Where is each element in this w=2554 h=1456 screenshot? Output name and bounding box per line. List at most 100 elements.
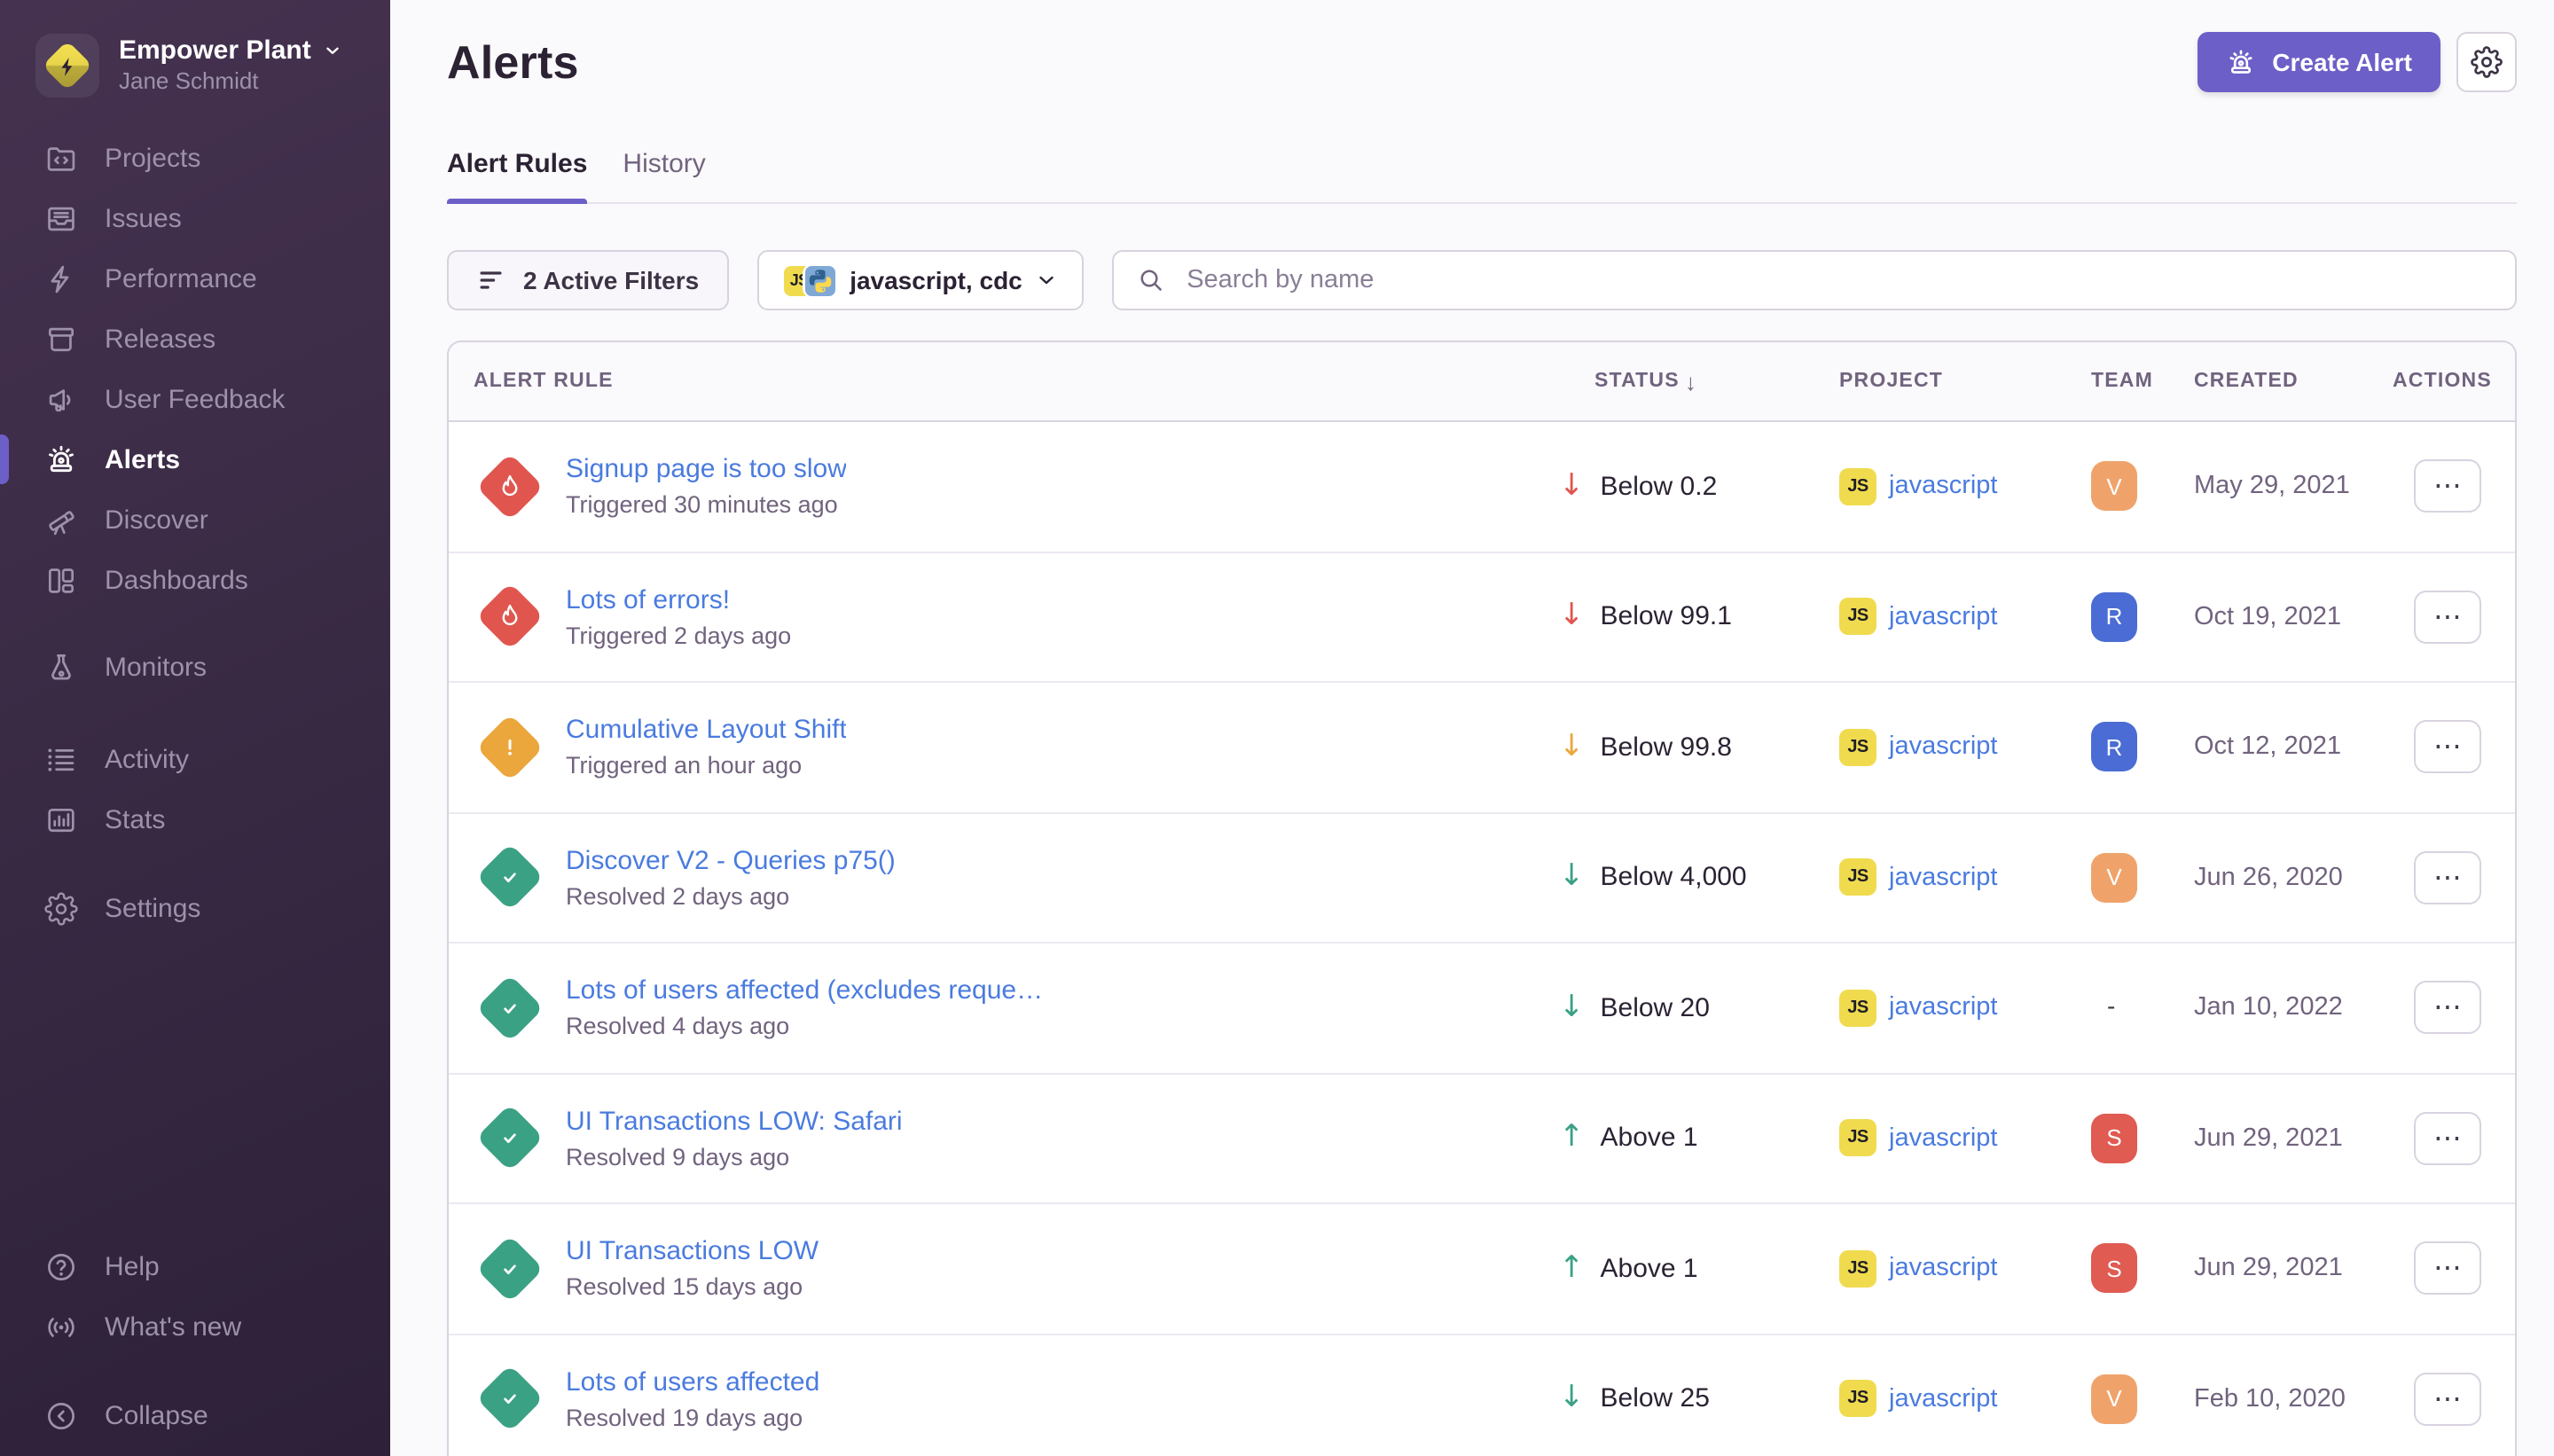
tab-bar: Alert Rules History <box>447 149 2517 204</box>
alert-rules-table-body: Signup page is too slow Triggered 30 min… <box>449 422 2515 1456</box>
search-input[interactable] <box>1183 264 2492 296</box>
sidebar-item-activity[interactable]: Activity <box>0 729 390 789</box>
sidebar-item-label: What's new <box>105 1311 241 1342</box>
project-cell: JS javascript <box>1839 1120 2091 1157</box>
sidebar-item-dashboards[interactable]: Dashboards <box>0 550 390 610</box>
column-header-project[interactable]: Project <box>1839 371 2091 392</box>
sidebar-item-label: Collapse <box>105 1400 208 1430</box>
dashboard-grid-icon <box>44 563 78 597</box>
column-header-created[interactable]: Created <box>2194 371 2393 392</box>
project-cell: JS javascript <box>1839 468 2091 505</box>
resolved-status-diamond <box>470 1100 548 1178</box>
column-header-label: Status <box>1594 371 1680 392</box>
sidebar-item-help[interactable]: Help <box>0 1236 390 1296</box>
ellipsis-icon: ⋯ <box>2433 994 2462 1022</box>
project-link[interactable]: javascript <box>1889 864 1998 892</box>
sidebar-item-projects[interactable]: Projects <box>0 128 390 188</box>
team-avatar: R <box>2091 592 2137 642</box>
column-header-alert-rule[interactable]: Alert Rule <box>449 371 1559 392</box>
sidebar-primary-nav: Projects Issues Performance Releases <box>0 128 390 697</box>
project-link[interactable]: javascript <box>1889 994 1998 1022</box>
status-cell: ↓ Below 0.2 <box>1559 472 1839 502</box>
sort-descending-icon: ↓ <box>1685 368 1697 395</box>
empower-plant-logo-icon <box>43 41 93 91</box>
sidebar-item-collapse[interactable]: Collapse <box>0 1385 390 1445</box>
tab-history[interactable]: History <box>623 149 705 202</box>
sidebar-item-whats-new[interactable]: What's new <box>0 1296 390 1357</box>
alert-rule-name-link[interactable]: Lots of errors! <box>566 585 791 615</box>
create-alert-button[interactable]: Create Alert <box>2198 32 2440 92</box>
alert-rule-row: Lots of users affected (excludes reque… … <box>449 943 2515 1074</box>
sidebar-item-performance[interactable]: Performance <box>0 248 390 309</box>
javascript-platform-icon: JS <box>1839 990 1876 1027</box>
project-link[interactable]: javascript <box>1889 1385 1998 1413</box>
tab-alert-rules[interactable]: Alert Rules <box>447 149 587 202</box>
sidebar-item-label: Activity <box>105 744 189 774</box>
ellipsis-icon: ⋯ <box>2433 473 2462 501</box>
alert-settings-button[interactable] <box>2456 32 2517 92</box>
sidebar-item-monitors[interactable]: Monitors <box>0 637 390 697</box>
sidebar-item-label: Help <box>105 1251 160 1281</box>
sidebar-item-stats[interactable]: Stats <box>0 789 390 849</box>
trend-up-arrow-icon: ↑ <box>1559 1254 1585 1284</box>
trend-down-arrow-icon: ↓ <box>1559 993 1585 1023</box>
sidebar-item-alerts[interactable]: Alerts <box>0 429 390 489</box>
status-value: Below 4,000 <box>1601 863 1747 893</box>
alert-rule-name-link[interactable]: Lots of users affected <box>566 1367 819 1397</box>
project-link[interactable]: javascript <box>1889 473 1998 501</box>
status-value: Below 99.8 <box>1601 732 1732 763</box>
resolved-status-diamond <box>470 969 548 1047</box>
row-actions-button[interactable]: ⋯ <box>2414 591 2481 644</box>
project-link[interactable]: javascript <box>1889 1124 1998 1153</box>
sidebar-item-label: Stats <box>105 804 165 834</box>
row-actions-button[interactable]: ⋯ <box>2414 721 2481 774</box>
alert-rule-name-link[interactable]: Lots of users affected (excludes reque… <box>566 976 1043 1006</box>
bar-chart-icon <box>44 802 78 836</box>
alert-rule-cell: Lots of errors! Triggered 2 days ago <box>449 578 1559 656</box>
alert-rule-name-link[interactable]: Signup page is too slow <box>566 455 847 485</box>
user-name: Jane Schmidt <box>119 67 259 93</box>
warning-icon <box>494 732 524 763</box>
project-cell: JS javascript <box>1839 1381 2091 1418</box>
sidebar-item-user-feedback[interactable]: User Feedback <box>0 369 390 429</box>
status-cell: ↑ Above 1 <box>1559 1254 1839 1284</box>
flask-icon <box>44 650 78 684</box>
project-link[interactable]: javascript <box>1889 603 1998 631</box>
check-icon <box>494 1254 524 1284</box>
sidebar-item-discover[interactable]: Discover <box>0 489 390 550</box>
row-actions-button[interactable]: ⋯ <box>2414 851 2481 904</box>
status-value: Above 1 <box>1601 1254 1698 1284</box>
org-switcher[interactable]: Empower Plant Jane Schmidt <box>0 0 390 98</box>
sidebar-item-issues[interactable]: Issues <box>0 188 390 248</box>
sidebar-item-releases[interactable]: Releases <box>0 309 390 369</box>
javascript-platform-icon: JS <box>1839 468 1876 505</box>
page-header: Alerts Create Alert <box>447 30 2517 94</box>
row-actions-button[interactable]: ⋯ <box>2414 460 2481 513</box>
row-actions-button[interactable]: ⋯ <box>2414 1242 2481 1296</box>
row-actions-button[interactable]: ⋯ <box>2414 982 2481 1035</box>
alert-rule-cell: Signup page is too slow Triggered 30 min… <box>449 448 1559 526</box>
alert-rule-cell: Discover V2 - Queries p75() Resolved 2 d… <box>449 839 1559 917</box>
active-filters-button[interactable]: 2 Active Filters <box>447 250 729 310</box>
alert-rule-name-link[interactable]: Cumulative Layout Shift <box>566 716 847 746</box>
project-selector[interactable]: JS javascript, cdc <box>757 250 1084 310</box>
row-actions-button[interactable]: ⋯ <box>2414 1112 2481 1165</box>
column-header-team[interactable]: Team <box>2091 371 2194 392</box>
project-link[interactable]: javascript <box>1889 733 1998 762</box>
sidebar-item-label: User Feedback <box>105 384 285 414</box>
column-header-status[interactable]: Status ↓ <box>1559 368 1839 395</box>
alert-rule-name-link[interactable]: Discover V2 - Queries p75() <box>566 846 896 876</box>
sidebar-item-settings[interactable]: Settings <box>0 878 390 938</box>
alert-rule-name-link[interactable]: UI Transactions LOW <box>566 1237 819 1267</box>
created-date: May 29, 2021 <box>2194 473 2393 501</box>
team-cell: V <box>2091 853 2194 903</box>
actions-cell: ⋯ <box>2393 1112 2515 1165</box>
alert-rule-name-link[interactable]: UI Transactions LOW: Safari <box>566 1107 903 1137</box>
row-actions-button[interactable]: ⋯ <box>2414 1373 2481 1426</box>
resolved-status-diamond <box>470 1230 548 1308</box>
critical-status-diamond <box>470 448 548 526</box>
sidebar-item-label: Discover <box>105 505 208 535</box>
project-link[interactable]: javascript <box>1889 1255 1998 1283</box>
javascript-platform-icon: JS <box>1839 1250 1876 1288</box>
project-cell: JS javascript <box>1839 1250 2091 1288</box>
